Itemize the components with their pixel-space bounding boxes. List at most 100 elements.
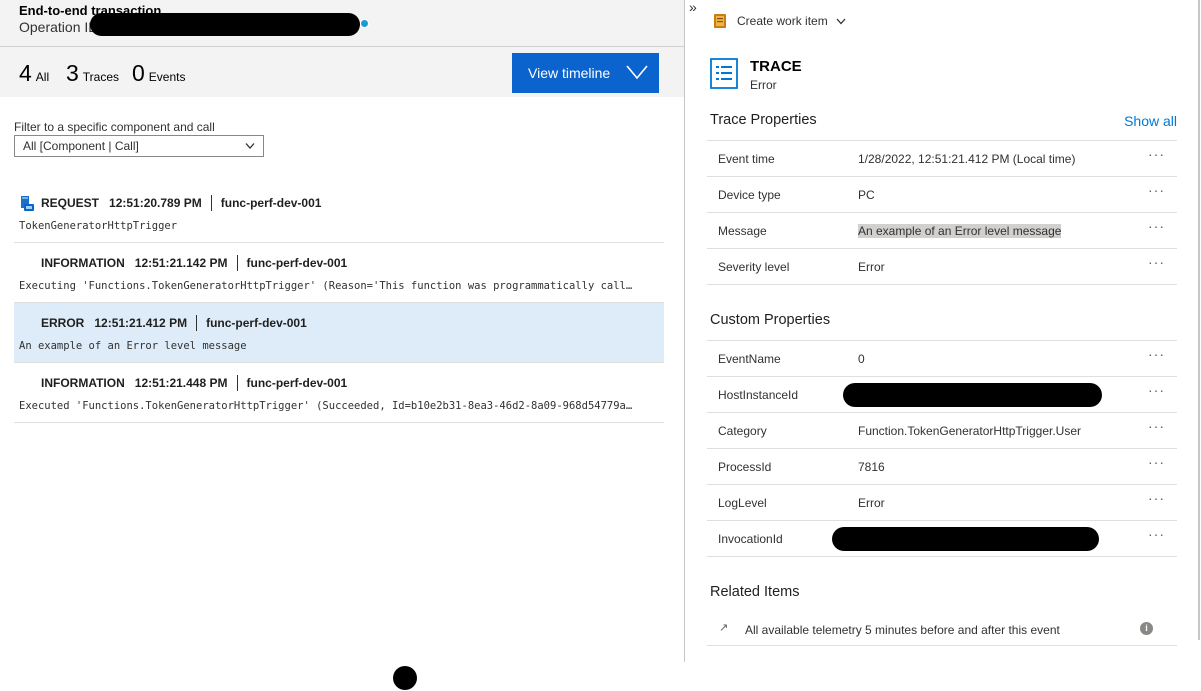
count-traces-label: Traces [82, 70, 120, 84]
count-all[interactable]: 4 All [19, 60, 49, 87]
related-item-link[interactable]: All available telemetry 5 minutes before… [745, 623, 1060, 637]
separator [196, 315, 198, 331]
more-options-icon[interactable]: ··· [1148, 146, 1165, 162]
property-key: InvocationId [718, 532, 783, 546]
more-options-icon[interactable]: ··· [1148, 218, 1165, 234]
separator [236, 255, 238, 271]
operation-id-label: Operation ID [19, 19, 99, 35]
row-header: INFORMATION 12:51:21.142 PM func-perf-de… [41, 255, 347, 271]
property-value-highlighted[interactable]: An example of an Error level message [858, 224, 1062, 238]
property-key: EventName [718, 352, 781, 366]
row-component: func-perf-dev-001 [246, 256, 348, 270]
row-time: 12:51:21.412 PM [94, 316, 188, 330]
table-row-selected[interactable]: ERROR 12:51:21.412 PM func-perf-dev-001 … [14, 303, 664, 363]
property-key: Severity level [718, 260, 790, 274]
more-options-icon[interactable]: ··· [1148, 382, 1165, 398]
row-time: 12:51:20.789 PM [109, 196, 202, 210]
show-all-link[interactable]: Show all [1124, 113, 1177, 129]
transaction-pane: End-to-end transaction Operation ID 4 Al… [0, 0, 684, 691]
table-row[interactable]: INFORMATION 12:51:21.448 PM func-perf-de… [14, 363, 664, 423]
property-key: Event time [718, 152, 775, 166]
property-key: Category [718, 424, 767, 438]
scrollbar[interactable] [1198, 0, 1200, 640]
property-value: Error [858, 260, 885, 274]
count-events-label: Events [148, 70, 186, 84]
count-traces[interactable]: 3 Traces [66, 60, 119, 87]
create-work-item-button[interactable]: Create work item [713, 13, 846, 29]
property-key: LogLevel [718, 496, 767, 510]
row-description: TokenGeneratorHttpTrigger [19, 220, 178, 232]
property-row: InvocationId ··· [707, 521, 1177, 557]
redacted-operation-id [90, 13, 360, 36]
trace-title: TRACE [750, 58, 802, 75]
related-items-heading: Related Items [710, 584, 800, 600]
row-type: REQUEST [41, 196, 100, 210]
count-all-label: All [35, 70, 50, 84]
custom-properties-heading: Custom Properties [710, 312, 831, 328]
redaction-mark [393, 666, 417, 690]
row-header: ERROR 12:51:21.412 PM func-perf-dev-001 [41, 315, 307, 331]
property-row: Device type PC ··· [707, 177, 1177, 213]
property-value: 1/28/2022, 12:51:21.412 PM (Local time) [858, 152, 1076, 166]
property-key: ProcessId [718, 460, 772, 474]
property-row: EventName 0 ··· [707, 341, 1177, 377]
property-key: Message [718, 224, 767, 238]
table-row[interactable]: INFORMATION 12:51:21.142 PM func-perf-de… [14, 243, 664, 303]
row-type: INFORMATION [41, 256, 125, 270]
external-link-icon: ↗ [719, 622, 729, 634]
more-options-icon[interactable]: ··· [1148, 346, 1165, 362]
view-timeline-label: View timeline [528, 65, 611, 81]
transaction-header: End-to-end transaction Operation ID [0, 0, 684, 47]
row-description: An example of an Error level message [19, 340, 247, 352]
property-key: HostInstanceId [718, 388, 799, 402]
request-icon [21, 196, 34, 211]
more-options-icon[interactable]: ··· [1148, 490, 1165, 506]
component-filter-select[interactable]: All [Component | Call] [14, 135, 264, 157]
view-timeline-button[interactable]: View timeline [512, 53, 659, 93]
row-header: INFORMATION 12:51:21.448 PM func-perf-de… [41, 375, 347, 391]
more-options-icon[interactable]: ··· [1148, 526, 1165, 542]
filter-value: All [Component | Call] [23, 139, 139, 153]
more-options-icon[interactable]: ··· [1148, 182, 1165, 198]
more-options-icon[interactable]: ··· [1148, 418, 1165, 434]
redacted-invocation-id [832, 527, 1099, 551]
row-time: 12:51:21.142 PM [134, 256, 228, 270]
separator [210, 195, 212, 211]
chevron-down-icon [836, 18, 846, 24]
property-value: 7816 [858, 460, 885, 474]
related-item-row[interactable]: ↗ All available telemetry 5 minutes befo… [707, 610, 1177, 646]
redacted-host-instance-id [843, 383, 1102, 407]
info-icon[interactable]: i [1140, 622, 1153, 635]
more-options-icon[interactable]: ··· [1148, 454, 1165, 470]
telemetry-counts: 4 All 3 Traces 0 Events View timeline [0, 47, 684, 97]
property-row: ProcessId 7816 ··· [707, 449, 1177, 485]
property-value: 0 [858, 352, 865, 366]
row-component: func-perf-dev-001 [206, 316, 307, 330]
property-value: Function.TokenGeneratorHttpTrigger.User [858, 424, 1081, 438]
create-work-item-label: Create work item [737, 14, 828, 28]
trace-properties-heading: Trace Properties [710, 112, 817, 128]
row-component: func-perf-dev-001 [220, 196, 322, 210]
property-value: Error [858, 496, 885, 510]
table-row[interactable]: REQUEST 12:51:20.789 PM func-perf-dev-00… [14, 183, 664, 243]
property-value: PC [858, 188, 875, 202]
row-component: func-perf-dev-001 [246, 376, 348, 390]
row-type: ERROR [41, 316, 85, 330]
property-row: LogLevel Error ··· [707, 485, 1177, 521]
trace-subtitle: Error [750, 78, 777, 92]
row-type: INFORMATION [41, 376, 125, 390]
trace-icon [710, 58, 738, 89]
count-events[interactable]: 0 Events [132, 60, 185, 87]
custom-properties-table: EventName 0 ··· HostInstanceId ··· Categ… [707, 340, 1177, 557]
row-header: REQUEST 12:51:20.789 PM func-perf-dev-00… [41, 195, 321, 211]
more-options-icon[interactable]: ··· [1148, 254, 1165, 270]
trace-properties-table: Event time 1/28/2022, 12:51:21.412 PM (L… [707, 140, 1177, 285]
copy-icon[interactable] [360, 19, 369, 28]
property-row: Message An example of an Error level mes… [707, 213, 1177, 249]
collapse-pane-button[interactable]: » [689, 0, 697, 15]
filter-label: Filter to a specific component and call [14, 120, 215, 134]
property-row: HostInstanceId ··· [707, 377, 1177, 413]
property-row: Event time 1/28/2022, 12:51:21.412 PM (L… [707, 141, 1177, 177]
property-row: Severity level Error ··· [707, 249, 1177, 285]
row-description: Executing 'Functions.TokenGeneratorHttpT… [19, 280, 633, 292]
